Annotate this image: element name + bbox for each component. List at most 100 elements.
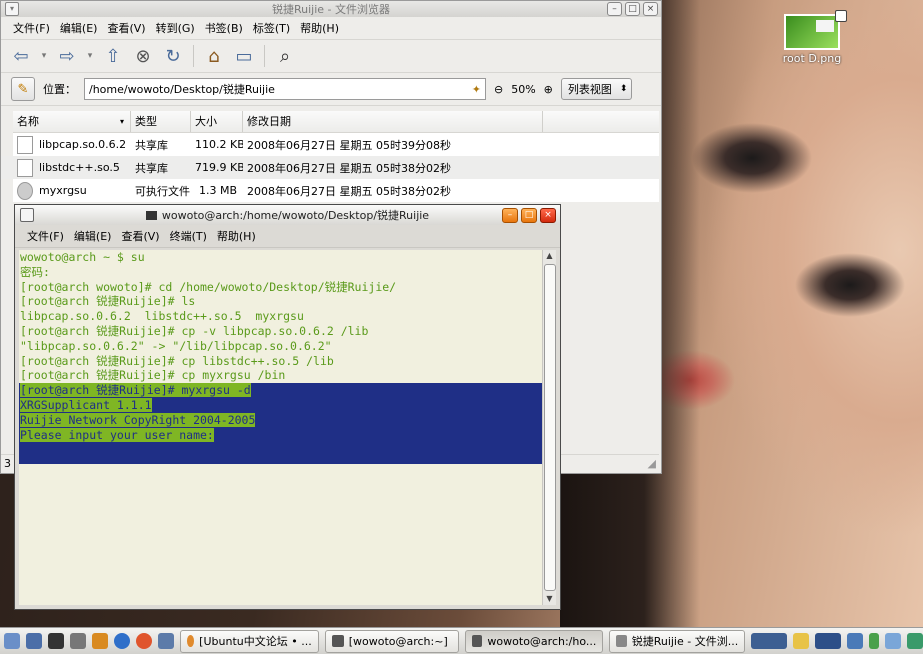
- forward-dropdown-icon[interactable]: ▾: [85, 44, 95, 68]
- task-label: 锐捷Ruijie - 文件浏...: [631, 635, 739, 648]
- back-arrow-icon[interactable]: ⇦: [9, 44, 33, 68]
- pen-icon[interactable]: [869, 633, 880, 649]
- terminal-line-selected: XRGSupplicant 1.1.1: [19, 397, 543, 413]
- close-button[interactable]: ×: [540, 208, 556, 223]
- lock-icon: [835, 10, 847, 22]
- column-type[interactable]: 类型: [131, 111, 191, 132]
- menu-help[interactable]: 帮助(H): [217, 228, 256, 244]
- minimize-button[interactable]: –: [607, 2, 622, 16]
- window-menu-icon[interactable]: [20, 208, 34, 222]
- zoom-in-icon[interactable]: ⊕: [544, 83, 553, 96]
- scrollbar-thumb[interactable]: [544, 264, 556, 591]
- desktop-icon[interactable]: [25, 633, 42, 649]
- file-name: myxrgsu: [39, 183, 87, 197]
- terminal-line: [root@arch 锐捷Ruijie]# cp -v libpcap.so.0…: [20, 323, 369, 338]
- column-date[interactable]: 修改日期: [243, 111, 543, 132]
- file-type: 共享库: [135, 138, 168, 152]
- menu-terminal[interactable]: 终端(T): [170, 228, 207, 244]
- terminal-line-selected: Ruijie Network CopyRight 2004-2005: [19, 412, 543, 428]
- file-date: 2008年06月27日 星期五 05时38分02秒: [247, 184, 451, 198]
- file-date: 2008年06月27日 星期五 05时39分08秒: [247, 138, 451, 152]
- stop-icon[interactable]: ⊗: [131, 44, 155, 68]
- menu-file[interactable]: 文件(F): [27, 228, 64, 244]
- terminal-icon: [471, 635, 483, 647]
- scroll-up-arrow-icon[interactable]: ▲: [543, 250, 556, 262]
- terminal-line: libpcap.so.0.6.2 libstdc++.so.5 myxrgsu: [20, 309, 304, 324]
- reload-icon[interactable]: ↻: [161, 44, 185, 68]
- terminal-line: "libpcap.so.0.6.2" -> "/lib/libpcap.so.0…: [20, 338, 332, 353]
- file-manager-titlebar[interactable]: ▾ 锐捷Ruijie - 文件浏览器 – □ ×: [1, 1, 661, 17]
- forward-arrow-icon[interactable]: ⇨: [55, 44, 79, 68]
- task-button-terminal-active[interactable]: wowoto@arch:/ho...: [464, 629, 604, 653]
- terminal-app-icon: [145, 210, 157, 220]
- toggle-location-edit-button[interactable]: ✎: [11, 77, 35, 101]
- camera-icon[interactable]: [69, 633, 86, 649]
- close-button[interactable]: ×: [643, 2, 658, 16]
- file-manager-icon: [616, 635, 627, 647]
- workspace-icon[interactable]: [815, 633, 842, 649]
- terminal-line: [root@arch wowoto]# cd /home/wowoto/Desk…: [20, 279, 397, 294]
- tools-icon[interactable]: [91, 633, 108, 649]
- menu-view[interactable]: 查看(V): [107, 20, 145, 36]
- terminal-line: 密码:: [20, 264, 50, 279]
- menu-tabs[interactable]: 标签(T): [253, 20, 290, 36]
- window-menu-icon[interactable]: ▾: [5, 2, 19, 16]
- task-button-file-manager[interactable]: 锐捷Ruijie - 文件浏...: [609, 629, 746, 653]
- task-button-terminal-home[interactable]: [wowoto@arch:~]: [324, 629, 459, 653]
- back-dropdown-icon[interactable]: ▾: [39, 44, 49, 68]
- tray-icon[interactable]: [847, 633, 864, 649]
- terminal-scrollbar[interactable]: ▲ ▼: [542, 250, 556, 605]
- computer-icon[interactable]: ▭: [232, 44, 256, 68]
- terminal-title: wowoto@arch:/home/wowoto/Desktop/锐捷Ruiji…: [161, 209, 430, 222]
- table-row[interactable]: libstdc++.so.5 共享库 719.9 KB 2008年06月27日 …: [1, 156, 659, 179]
- location-label: 位置：: [43, 83, 76, 96]
- folder-icon[interactable]: [793, 633, 810, 649]
- file-size: 719.9 KB: [195, 161, 243, 174]
- search-icon[interactable]: ⌕: [273, 44, 297, 68]
- file-manager-menubar: 文件(F) 编辑(E) 查看(V) 转到(G) 书签(B) 标签(T) 帮助(H…: [1, 17, 661, 40]
- desktop-icon-root-d-png[interactable]: root D.png: [780, 10, 847, 65]
- minimize-button[interactable]: –: [502, 208, 518, 223]
- file-size: 110.2 KB: [195, 138, 243, 151]
- monitor-icon[interactable]: [157, 633, 174, 649]
- file-type: 共享库: [135, 161, 168, 175]
- menu-edit[interactable]: 编辑(E): [74, 228, 112, 244]
- home-icon[interactable]: ⌂: [202, 44, 226, 68]
- clipboard-icon[interactable]: [885, 633, 902, 649]
- resize-grip-icon[interactable]: ◢: [648, 457, 656, 470]
- menu-go[interactable]: 转到(G): [156, 20, 195, 36]
- terminal-titlebar[interactable]: wowoto@arch:/home/wowoto/Desktop/锐捷Ruiji…: [15, 205, 560, 225]
- network-icon[interactable]: [907, 633, 923, 649]
- task-button-forum[interactable]: [Ubuntu中文论坛 • ...: [179, 629, 319, 653]
- status-text: 3: [4, 457, 11, 470]
- maximize-button[interactable]: □: [521, 208, 537, 223]
- table-row[interactable]: myxrgsu 可执行文件 1.3 MB 2008年06月27日 星期五 05时…: [1, 179, 659, 202]
- terminal-screen[interactable]: wowoto@arch ~ $ su 密码: [root@arch wowoto…: [19, 250, 543, 605]
- menu-view[interactable]: 查看(V): [121, 228, 159, 244]
- column-name[interactable]: 名称 ▾: [13, 111, 131, 132]
- clear-location-icon[interactable]: ✦: [472, 83, 481, 96]
- file-size: 1.3 MB: [198, 184, 237, 197]
- terminal-launcher-icon[interactable]: [47, 633, 64, 649]
- file-date: 2008年06月27日 星期五 05时38分02秒: [247, 161, 451, 175]
- globe-icon[interactable]: [113, 633, 130, 649]
- menu-help[interactable]: 帮助(H): [300, 20, 339, 36]
- taskbar: [Ubuntu中文论坛 • ... [wowoto@arch:~] wowoto…: [0, 627, 923, 654]
- up-arrow-icon[interactable]: ⇧: [101, 44, 125, 68]
- column-size[interactable]: 大小: [191, 111, 243, 132]
- zoom-out-icon[interactable]: ⊖: [494, 83, 503, 96]
- menu-bookmarks[interactable]: 书签(B): [205, 20, 243, 36]
- menu-file[interactable]: 文件(F): [13, 20, 50, 36]
- app-menu-icon[interactable]: [4, 633, 20, 649]
- view-mode-select[interactable]: 列表视图 ⬍: [560, 78, 633, 100]
- terminal-line: [root@arch 锐捷Ruijie]# cp myxrgsu /bin: [20, 368, 286, 383]
- workspace-switcher-icon[interactable]: [751, 633, 788, 649]
- scroll-down-arrow-icon[interactable]: ▼: [543, 593, 556, 605]
- table-row[interactable]: libpcap.so.0.6.2 共享库 110.2 KB 2008年06月27…: [1, 133, 659, 156]
- browser-icon[interactable]: [135, 633, 152, 649]
- menu-edit[interactable]: 编辑(E): [60, 20, 98, 36]
- terminal-icon: [331, 635, 344, 647]
- location-input[interactable]: /home/wowoto/Desktop/锐捷Ruijie ✦: [84, 78, 486, 100]
- maximize-button[interactable]: □: [625, 2, 640, 16]
- location-value: /home/wowoto/Desktop/锐捷Ruijie: [89, 83, 275, 96]
